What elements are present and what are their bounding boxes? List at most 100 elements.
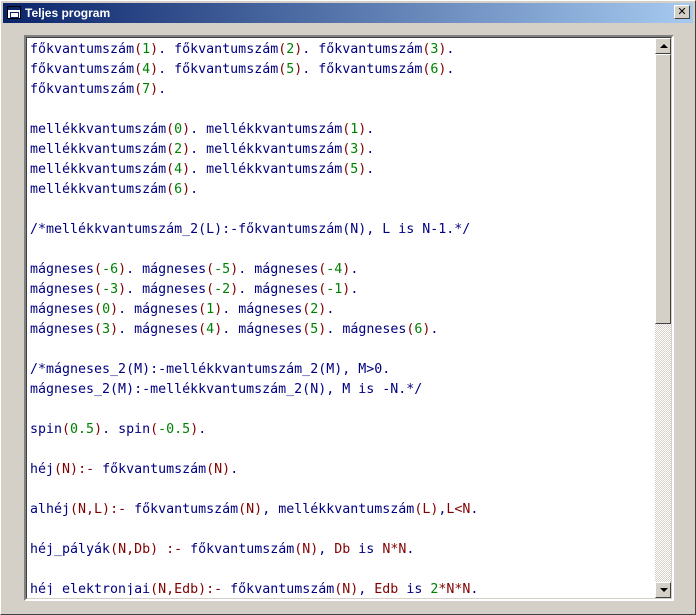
number-token: 1 <box>142 42 151 57</box>
text-token: . <box>102 422 119 437</box>
paren-token: ) <box>110 322 119 337</box>
paren-token: ) <box>230 282 239 297</box>
text-token: . <box>366 122 375 137</box>
close-button[interactable]: ✕ <box>674 5 690 19</box>
paren-token: ( <box>150 422 159 437</box>
predicate-token: mellékkvantumszám <box>206 162 343 177</box>
predicate-token: mágneses <box>30 262 95 277</box>
code-line: mellékkvantumszám(6). <box>30 180 654 200</box>
predicate-token: mellékkvantumszám <box>30 122 167 137</box>
predicate-token: mágneses <box>134 322 199 337</box>
predicate-token: mágneses <box>238 302 303 317</box>
code-line: főkvantumszám(4). főkvantumszám(5). főkv… <box>30 60 654 80</box>
text-token: /*mágneses_2(M):-mellékkvantumszám_2(M),… <box>30 362 391 377</box>
text-token: . <box>222 322 239 337</box>
text-token: . <box>326 322 343 337</box>
predicate-token: főkvantumszám <box>190 542 295 557</box>
paren-token: ) <box>182 142 191 157</box>
window-icon[interactable] <box>7 6 21 19</box>
paren-token: ( <box>206 282 215 297</box>
text-token: . <box>158 42 175 57</box>
scroll-up-button[interactable] <box>655 38 671 54</box>
paren-token: ) <box>182 182 191 197</box>
predicate-token: főkvantumszám <box>102 462 207 477</box>
vertical-scrollbar[interactable] <box>655 38 671 598</box>
predicate-token: héj <box>30 462 55 477</box>
text-token: . <box>222 302 239 317</box>
text-token: is <box>398 582 431 595</box>
paren-token: ( <box>62 422 71 437</box>
text-token: . <box>446 62 455 77</box>
paren-token: ) <box>150 82 159 97</box>
paren-token: (N) <box>54 462 79 477</box>
number-token: -5 <box>214 262 231 277</box>
code-line: mágneses(-3). mágneses(-2). mágneses(-1)… <box>30 280 654 300</box>
code-view[interactable]: főkvantumszám(1). főkvantumszám(2). főkv… <box>24 35 674 601</box>
paren-token: ) <box>214 322 223 337</box>
paren-token: ) <box>150 62 159 77</box>
predicate-token: főkvantumszám <box>230 582 335 595</box>
scroll-down-button[interactable] <box>655 582 671 598</box>
paren-token: ) <box>190 422 199 437</box>
paren-token: ) <box>182 162 191 177</box>
paren-token: ) <box>214 302 223 317</box>
text-token: . <box>238 282 255 297</box>
code-line: mágneses(0). mágneses(1). mágneses(2). <box>30 300 654 320</box>
predicate-token: főkvantumszám <box>30 82 135 97</box>
text-token: . <box>118 322 135 337</box>
paren-token: ( <box>134 82 143 97</box>
number-token: 3 <box>102 322 111 337</box>
number-token: 0.5 <box>70 422 95 437</box>
predicate-token: alhéj <box>30 502 71 517</box>
paren-token: (N) <box>294 542 319 557</box>
code-text[interactable]: főkvantumszám(1). főkvantumszám(2). főkv… <box>30 40 654 595</box>
arrow-down-icon <box>660 588 668 592</box>
title-bar[interactable]: Teljes program ✕ <box>3 3 693 23</box>
predicate-token: spin <box>118 422 151 437</box>
predicate-token: mágneses <box>142 262 207 277</box>
text-token: is <box>350 542 383 557</box>
predicate-token: spin <box>30 422 63 437</box>
program-window: Teljes program ✕ főkvantumszám(1). főkva… <box>0 0 696 615</box>
text-token: . <box>470 502 479 517</box>
code-line: főkvantumszám(7). <box>30 80 654 100</box>
number-token: 4 <box>142 62 151 77</box>
predicate-token: héj_elektronjai <box>30 582 151 595</box>
paren-token: ) <box>230 262 239 277</box>
paren-token: (L) <box>414 502 439 517</box>
code-line: mellékkvantumszám(2). mellékkvantumszám(… <box>30 140 654 160</box>
text-token: . <box>190 122 207 137</box>
number-token: 0 <box>102 302 111 317</box>
operator-token: :- <box>166 542 183 557</box>
text-token: . <box>366 162 375 177</box>
predicate-token: mellékkvantumszám <box>206 142 343 157</box>
text-token: . <box>430 322 439 337</box>
paren-token: L<N <box>446 502 471 517</box>
predicate-token: mellékkvantumszám <box>30 142 167 157</box>
number-token: 7 <box>142 82 151 97</box>
scroll-thumb[interactable] <box>655 54 671 324</box>
text-token: . <box>190 142 207 157</box>
predicate-token: mágneses <box>134 302 199 317</box>
predicate-token: mágneses <box>238 322 303 337</box>
number-token: -2 <box>214 282 231 297</box>
text-token: . <box>302 62 319 77</box>
code-line: /*mágneses_2(M):-mellékkvantumszám_2(M),… <box>30 360 654 380</box>
text-token: . <box>350 262 359 277</box>
text-token: mágneses_2(M):-mellékkvantumszám_2(N), M… <box>30 382 423 397</box>
number-token: -4 <box>326 262 343 277</box>
text-token: /*mellékkvantumszám_2(L):-főkvantumszám(… <box>30 222 471 237</box>
predicate-token: mellékkvantumszám <box>30 162 167 177</box>
predicate-token: héj_pályák <box>30 542 111 557</box>
paren-token: ( <box>166 122 175 137</box>
text-token: . <box>190 182 199 197</box>
paren-token: ( <box>94 302 103 317</box>
predicate-token: mágneses <box>30 302 95 317</box>
paren-token: *N*N <box>438 582 471 595</box>
operator-token: :- <box>78 462 95 477</box>
